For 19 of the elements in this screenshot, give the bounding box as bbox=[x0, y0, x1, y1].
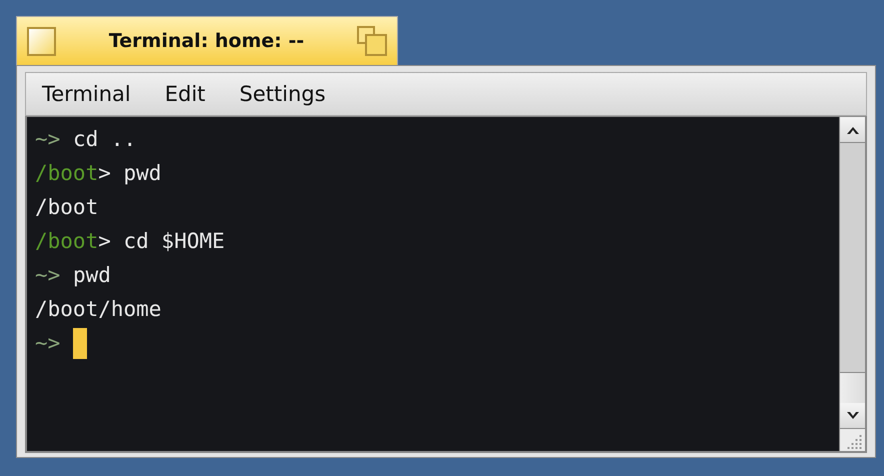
terminal-line: /boot/home bbox=[35, 297, 162, 321]
close-icon[interactable] bbox=[27, 26, 56, 56]
scroll-thumb[interactable] bbox=[840, 372, 865, 403]
resize-grip-icon[interactable] bbox=[840, 429, 865, 451]
terminal-line: ~> pwd bbox=[35, 263, 111, 287]
menu-item[interactable]: Edit bbox=[164, 82, 206, 106]
terminal-view[interactable]: ~> cd .. /boot> pwd /boot /boot> cd $HOME ~> pwd /boot/home ~> bbox=[27, 117, 839, 451]
terminal-line: /boot> cd $HOME bbox=[35, 229, 225, 253]
vertical-scrollbar[interactable] bbox=[839, 117, 865, 451]
terminal-line: ~> bbox=[35, 331, 60, 355]
menu-item[interactable]: Terminal bbox=[42, 82, 131, 106]
scroll-up-icon[interactable] bbox=[840, 117, 865, 143]
menu-item[interactable]: Settings bbox=[239, 82, 326, 106]
terminal-line: ~> cd .. bbox=[35, 127, 136, 151]
window-title: Terminal: home: -- bbox=[108, 30, 306, 52]
terminal-line: /boot bbox=[35, 195, 98, 219]
scroll-down-icon[interactable] bbox=[840, 403, 865, 429]
zoom-icon[interactable] bbox=[357, 26, 387, 56]
terminal-line: /boot> pwd bbox=[35, 161, 162, 185]
